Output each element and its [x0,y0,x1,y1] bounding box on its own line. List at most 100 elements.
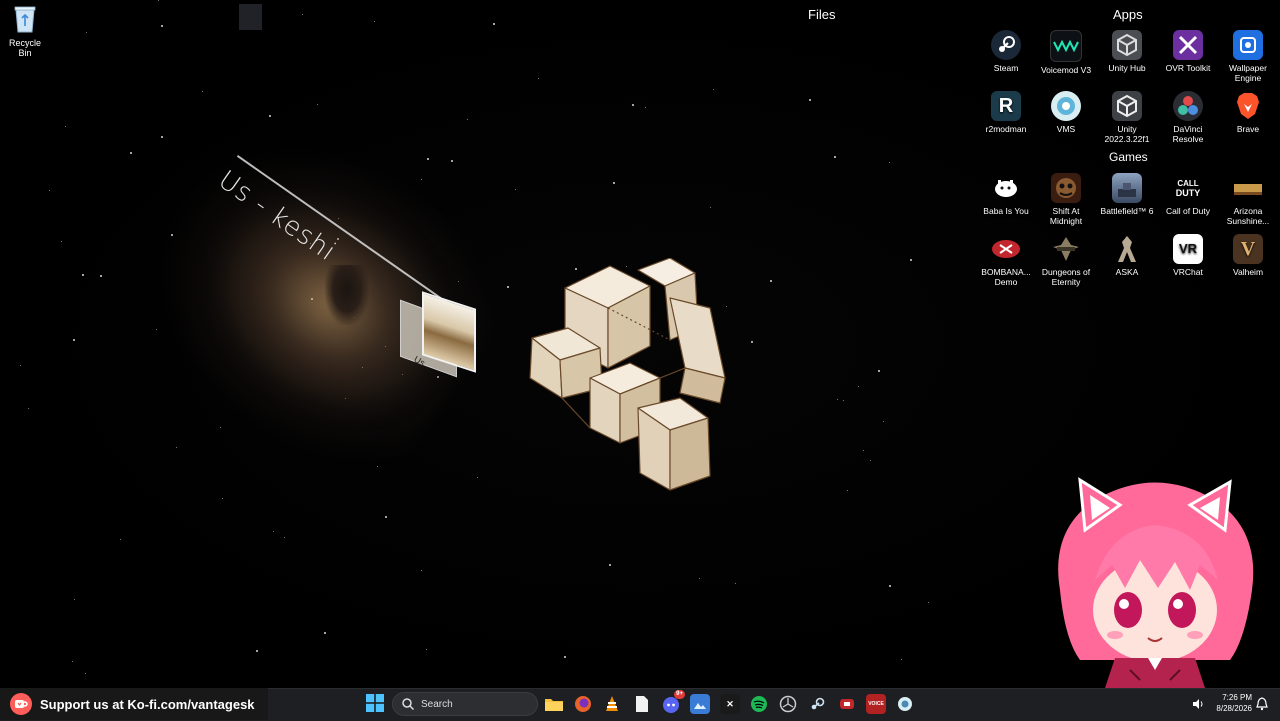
taskbar-steam[interactable] [807,694,827,714]
album-cover-stack[interactable]: Us [400,291,480,380]
star [834,156,836,158]
star [645,107,646,108]
vlc-cone-icon [606,696,618,711]
star [515,189,516,190]
kofi-banner[interactable]: Support us at Ko-fi.com/vantagesk [0,688,268,720]
star [451,160,453,162]
game-dungeons-of-eternity[interactable]: Dungeons of Eternity [1037,234,1095,287]
taskbar-firefox[interactable] [573,694,593,714]
taskbar-voicemeeter[interactable]: VOICE [866,694,886,714]
star [202,91,203,92]
taskbar-search-box[interactable]: Search [392,692,538,716]
star [273,531,274,532]
taskbar-file-explorer[interactable] [544,694,564,714]
steam-icon [991,30,1021,60]
apps-group-title[interactable]: Apps [1113,7,1143,22]
arizona-sunshine-icon [1233,173,1263,203]
game-call-of-duty[interactable]: CALL DUTY Call of Duty [1159,173,1217,216]
recycle-bin-label: Recycle Bin [8,38,41,58]
app-label: Voicemod V3 [1040,65,1092,75]
taskbar-rec-room[interactable] [837,694,857,714]
app-ovr-toolkit[interactable]: OVR Toolkit [1159,30,1217,73]
app-label: Brave [1236,124,1260,134]
game-vrchat[interactable]: VR VRChat [1159,234,1217,277]
game-label: Battlefield™ 6 [1100,206,1154,216]
voicemod-icon [1050,30,1082,62]
brave-icon [1233,91,1263,121]
r2modman-icon: R [991,91,1021,121]
svg-text:DUTY: DUTY [1176,188,1201,198]
files-group-title[interactable]: Files [808,7,835,22]
app-r2modman[interactable]: R r2modman [977,91,1035,134]
taskbar-vms[interactable] [895,694,915,714]
recycle-bin-icon [14,6,36,33]
app-unity-2022[interactable]: Unity 2022.3.22f1 [1098,91,1156,144]
taskbar-capcut[interactable]: ✕ [720,694,740,714]
taskbar-unity[interactable] [778,694,798,714]
search-icon [402,698,415,711]
taskbar-clock[interactable]: 7:26 PM 8/28/2026 [1208,692,1252,714]
app-label: Unity Hub [1108,63,1146,73]
app-steam[interactable]: Steam [977,30,1035,73]
game-aska[interactable]: ASKA [1098,234,1156,277]
capcut-icon: ✕ [726,698,734,709]
star [809,99,811,101]
notification-bell-icon[interactable] [1256,697,1268,711]
star [863,450,864,451]
star [385,516,387,518]
star [735,583,736,584]
star [467,119,468,120]
start-button[interactable] [366,694,384,712]
taskbar-vlc[interactable] [602,694,622,714]
taskbar-notepad[interactable] [632,694,652,714]
taskbar-photos[interactable] [690,694,710,714]
battlefield-6-icon [1112,173,1142,203]
star [161,136,163,138]
clock-date: 8/28/2026 [1216,704,1252,713]
desktop-shortcut-blank[interactable] [239,4,262,30]
game-battlefield-6[interactable]: Battlefield™ 6 [1098,173,1156,216]
davinci-resolve-icon [1173,91,1203,121]
star [20,365,21,366]
star [65,126,66,127]
kofi-banner-text: Support us at Ko-fi.com/vantagesk [40,696,255,712]
star [613,182,615,184]
game-valheim[interactable]: V Valheim [1219,234,1277,277]
app-davinci-resolve[interactable]: DaVinci Resolve [1159,91,1217,144]
game-arizona-sunshine[interactable]: Arizona Sunshine... [1219,173,1277,226]
star [176,447,177,448]
app-vms[interactable]: VMS [1037,91,1095,134]
game-bombana-demo[interactable]: BOMBANA... Demo [977,234,1035,287]
app-wallpaper-engine[interactable]: Wallpaper Engine [1219,30,1277,83]
valheim-icon: V [1233,234,1263,264]
star [770,280,772,282]
dungeons-of-eternity-icon [1051,234,1081,264]
app-unity-hub[interactable]: Unity Hub [1098,30,1156,73]
taskbar-discord[interactable]: 9+ [661,690,685,714]
kofi-cup-icon [10,693,32,715]
volume-icon[interactable] [1192,698,1204,710]
star [699,578,700,579]
call-of-duty-icon: CALL DUTY [1173,173,1203,203]
games-group-title[interactable]: Games [1109,150,1148,164]
star [878,370,880,372]
app-label: Steam [993,63,1019,73]
wallpaper-engine-icon [1233,30,1263,60]
star [284,537,285,538]
recycle-bin-shortcut[interactable]: Recycle Bin [2,4,48,58]
star [222,498,223,499]
star [858,386,859,387]
star [49,190,50,191]
app-label: Unity 2022.3.22f1 [1104,124,1150,144]
album-art-glow [96,81,534,509]
game-baba-is-you[interactable]: Baba Is You [977,173,1035,216]
voicemeeter-icon: VOICE [868,701,884,707]
game-shift-at-midnight[interactable]: Shift At Midnight [1037,173,1095,226]
app-voicemod[interactable]: Voicemod V3 [1037,30,1095,75]
star [632,104,634,106]
firefox-icon [575,696,591,712]
star [130,152,132,154]
taskbar-spotify[interactable] [749,694,769,714]
app-brave[interactable]: Brave [1219,91,1277,134]
app-label: DaVinci Resolve [1172,124,1204,144]
